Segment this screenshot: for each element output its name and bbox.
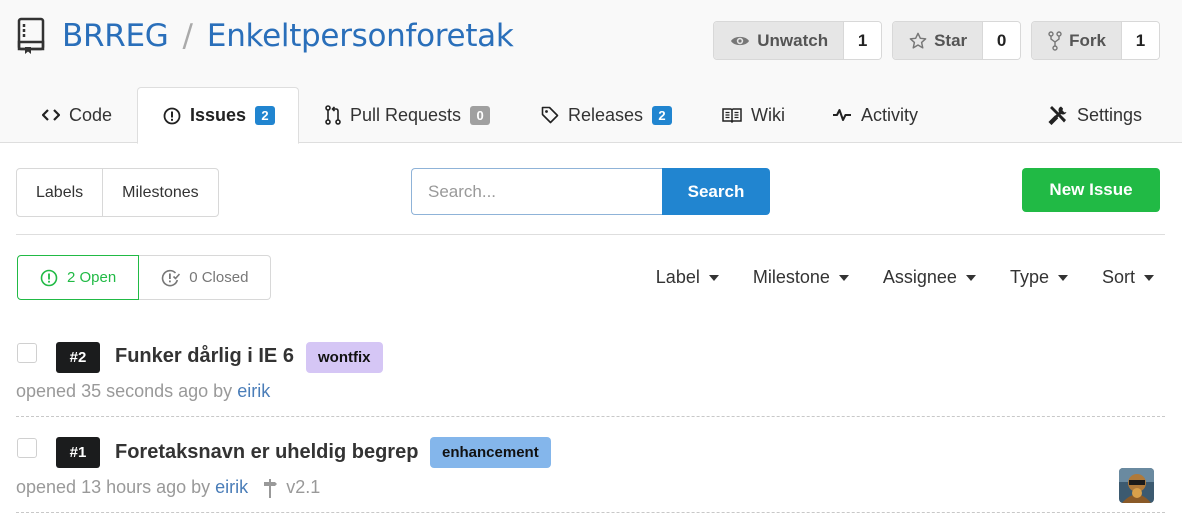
tab-activity[interactable]: Activity [832, 87, 918, 143]
star-icon [909, 32, 927, 49]
issue-label-enhancement[interactable]: enhancement [430, 437, 551, 468]
type-filter-dropdown[interactable]: Type [1010, 267, 1068, 288]
assignee-filter-text: Assignee [882, 267, 957, 287]
avatar-image [1119, 468, 1154, 503]
watchers-count[interactable]: 1 [843, 22, 882, 59]
unwatch-button[interactable]: Unwatch [714, 22, 844, 59]
tab-settings-label: Settings [1077, 104, 1143, 125]
tab-code[interactable]: Code [42, 87, 112, 143]
issue-opened-text: opened 35 seconds ago by [16, 381, 233, 401]
fork-button-group: Fork 1 [1031, 21, 1160, 60]
issue-title-link[interactable]: Funker dårlig i IE 6 [115, 345, 294, 368]
caret-down-icon [708, 274, 719, 281]
tab-activity-label: Activity [861, 104, 919, 125]
label-filter-text: Label [655, 267, 700, 287]
issue-opened-icon [40, 269, 58, 286]
closed-count-label: 0 Closed [189, 269, 249, 286]
eye-icon [731, 36, 750, 45]
repo-book-icon [17, 17, 45, 54]
milestone-name: v2.1 [286, 477, 321, 497]
tab-releases-label: Releases [568, 104, 644, 125]
unwatch-button-group: Unwatch 1 [713, 21, 883, 60]
issue-author-link[interactable]: eirik [215, 477, 248, 498]
star-button-group: Star 0 [892, 21, 1022, 60]
issue-state-filter: 2 Open 0 Closed [17, 255, 272, 300]
repo-title: BRREG / Enkeltpersonforetak [16, 14, 514, 58]
tab-settings[interactable]: Settings [1048, 87, 1142, 143]
star-button[interactable]: Star [893, 22, 983, 59]
tag-icon [541, 106, 559, 124]
repo-header: BRREG / Enkeltpersonforetak Unwatch 1 St… [0, 0, 1182, 144]
repo-owner-link[interactable]: BRREG [62, 18, 169, 54]
tab-wiki[interactable]: Wiki [722, 87, 785, 143]
unwatch-label: Unwatch [757, 30, 829, 50]
repo-name-link[interactable]: Enkeltpersonforetak [207, 18, 514, 54]
book-icon [722, 108, 742, 123]
stars-count[interactable]: 0 [982, 22, 1021, 59]
pull-requests-count-badge: 0 [470, 105, 491, 125]
open-count-label: 2 Open [67, 269, 117, 286]
label-filter-dropdown[interactable]: Label [656, 267, 719, 288]
fork-label: Fork [1069, 30, 1106, 50]
issue-search-form: Search [411, 168, 770, 215]
milestone-signpost-icon [264, 478, 278, 498]
issue-filter-dropdowns: Label Milestone Assignee Type Sort [656, 255, 1154, 300]
issue-meta: opened 13 hours ago by eirik v2.1 [16, 477, 320, 498]
repo-action-buttons: Unwatch 1 Star 0 Fork 1 [713, 21, 1160, 60]
issue-label-wontfix[interactable]: wontfix [306, 342, 383, 373]
milestones-button[interactable]: Milestones [102, 169, 217, 216]
issue-number[interactable]: #1 [56, 437, 100, 468]
caret-down-icon [1057, 274, 1068, 281]
sort-text: Sort [1101, 267, 1135, 287]
issue-list-item: #1 Foretaksnavn er uheldig begrep enhanc… [16, 417, 1165, 513]
labels-milestones-group: Labels Milestones [16, 168, 219, 217]
sort-dropdown[interactable]: Sort [1102, 267, 1154, 288]
issue-search-input[interactable] [411, 168, 662, 215]
issue-meta: opened 35 seconds ago by eirik [16, 381, 270, 402]
fork-button[interactable]: Fork [1032, 22, 1121, 59]
issue-closed-icon [161, 269, 181, 286]
issue-author-link[interactable]: eirik [237, 381, 270, 402]
closed-issues-filter[interactable]: 0 Closed [139, 255, 272, 300]
forks-count[interactable]: 1 [1121, 22, 1159, 59]
milestone-filter-dropdown[interactable]: Milestone [753, 267, 849, 288]
issue-list-item: #2 Funker dårlig i IE 6 wontfix opened 3… [16, 330, 1165, 417]
caret-down-icon [965, 274, 976, 281]
issues-count-badge: 2 [255, 106, 276, 125]
issue-opened-icon [163, 107, 181, 124]
labels-button[interactable]: Labels [17, 169, 102, 216]
tools-icon [1048, 106, 1067, 125]
pull-request-icon [325, 105, 341, 125]
tab-issues[interactable]: Issues 2 [137, 87, 299, 144]
search-button[interactable]: Search [662, 168, 770, 215]
fork-icon [1048, 30, 1062, 51]
repo-separator: / [182, 18, 193, 54]
toolbar-divider [16, 234, 1165, 235]
assignee-filter-dropdown[interactable]: Assignee [883, 267, 976, 288]
issue-title-link[interactable]: Foretaksnavn er uheldig begrep [115, 441, 418, 464]
releases-count-badge: 2 [652, 105, 673, 125]
caret-down-icon [1144, 274, 1154, 281]
code-icon [42, 109, 60, 121]
issue-milestone[interactable]: v2.1 [262, 477, 320, 498]
issue-select-checkbox[interactable] [17, 343, 37, 363]
new-issue-button[interactable]: New Issue [1022, 168, 1160, 212]
star-label: Star [934, 30, 968, 50]
repo-tabs: Code Issues 2 Pull Requests 0 Releases 2… [0, 87, 1182, 144]
tab-wiki-label: Wiki [751, 104, 785, 125]
issue-number[interactable]: #2 [56, 342, 100, 373]
tab-releases[interactable]: Releases 2 [541, 87, 673, 143]
pulse-icon [833, 109, 851, 121]
tab-pull-requests-label: Pull Requests [350, 104, 462, 125]
issue-opened-text: opened 13 hours ago by [16, 477, 211, 497]
tab-issues-label: Issues [190, 105, 247, 125]
tab-pull-requests[interactable]: Pull Requests 0 [325, 87, 491, 143]
assignee-avatar[interactable] [1119, 468, 1154, 503]
tab-code-label: Code [69, 104, 113, 125]
type-filter-text: Type [1009, 267, 1049, 287]
open-issues-filter[interactable]: 2 Open [17, 255, 140, 300]
milestone-filter-text: Milestone [752, 267, 830, 287]
caret-down-icon [838, 274, 849, 281]
issue-select-checkbox[interactable] [17, 438, 37, 458]
